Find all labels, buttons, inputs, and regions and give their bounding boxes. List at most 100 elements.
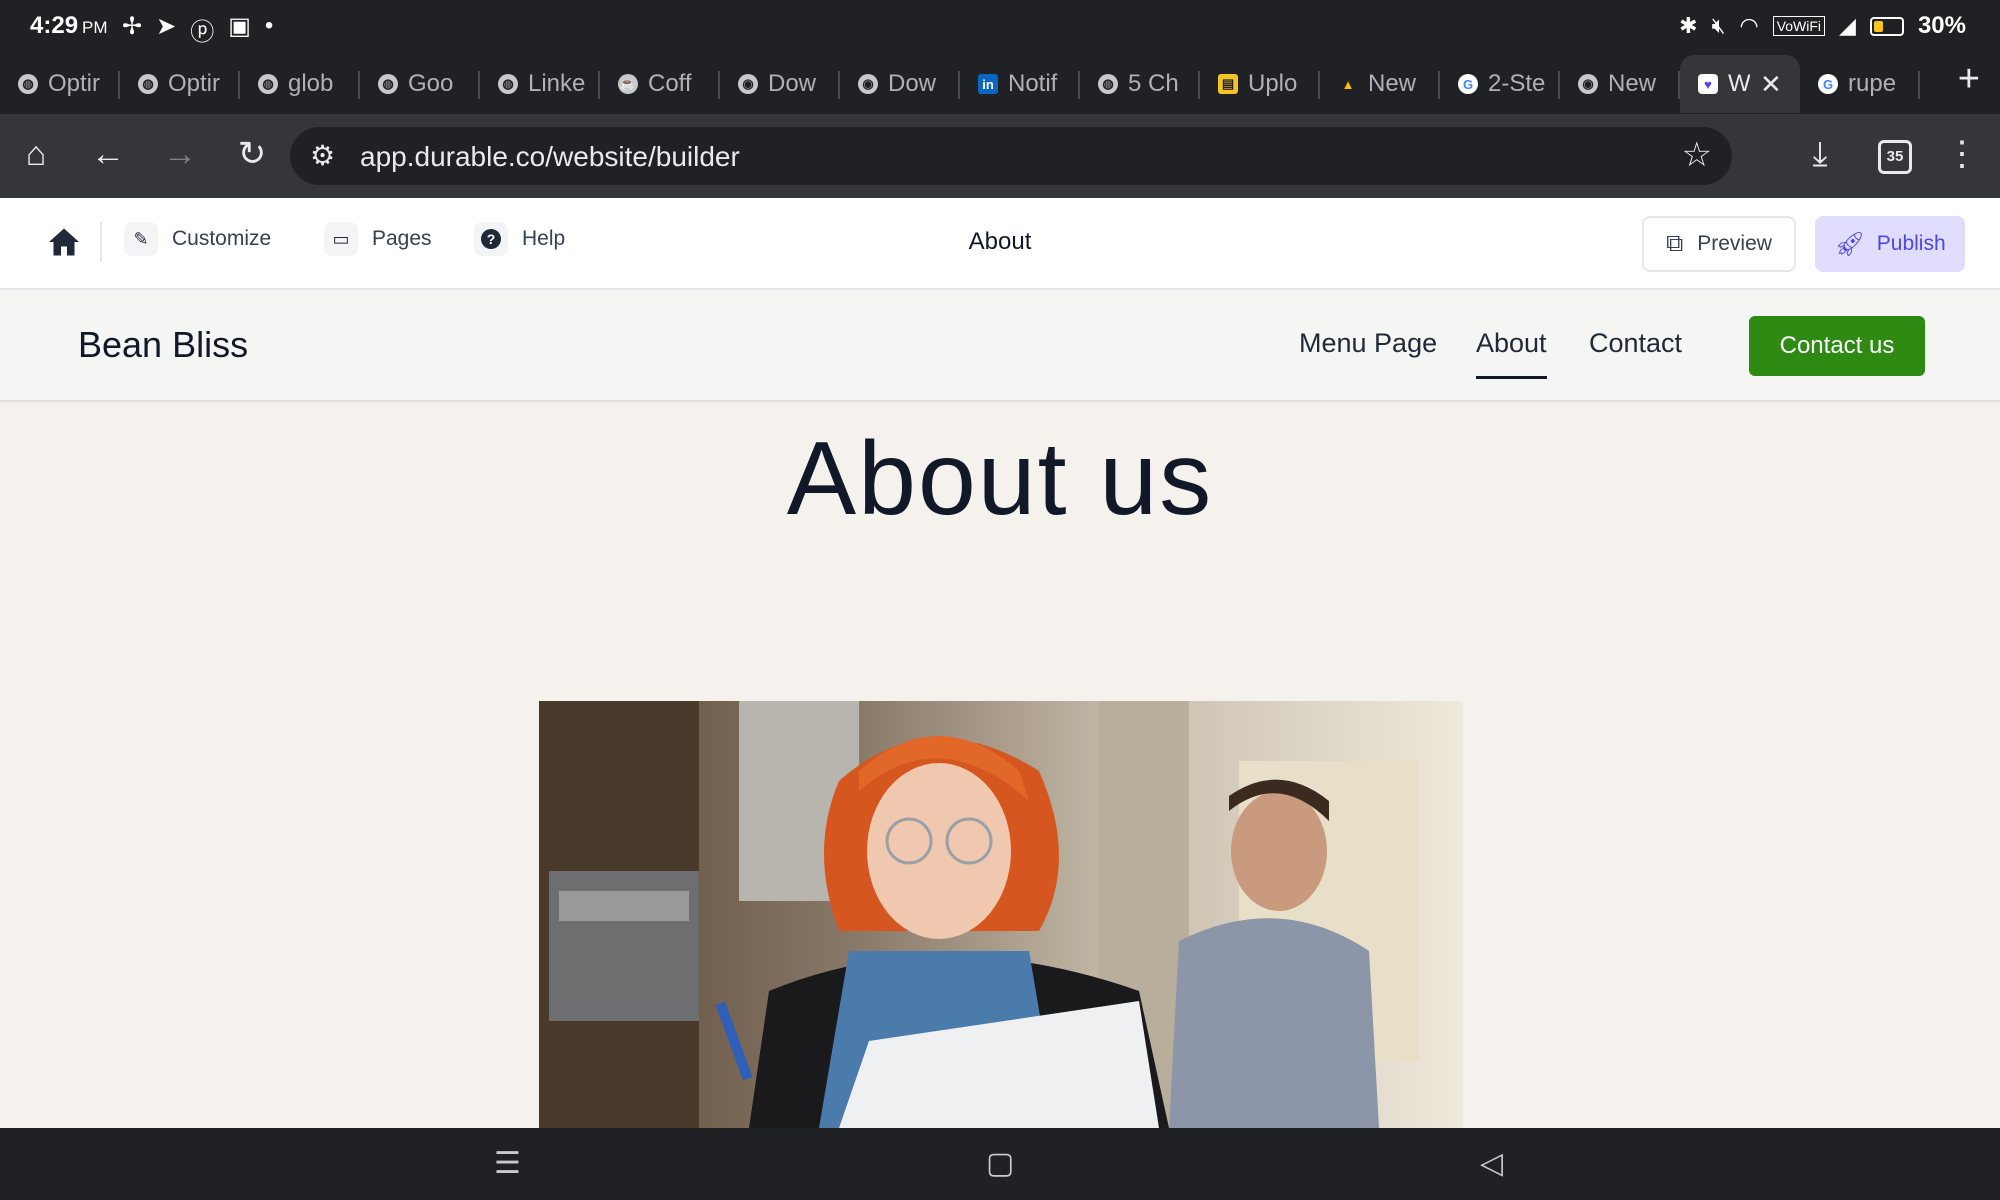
tab-label: 2-Ste: [1488, 70, 1546, 97]
browser-tab[interactable]: ▲ New: [1320, 55, 1440, 113]
tab-label: glob: [288, 70, 334, 97]
tab-label: Linke: [528, 70, 586, 97]
notification-icons: ✢ ➤ ⓟ ▣ •: [122, 12, 273, 47]
app-notification-icon: ▣: [228, 13, 251, 40]
nav-link-contact[interactable]: Contact: [1589, 328, 1682, 359]
status-bar: 4:29 PM ✢ ➤ ⓟ ▣ • ✱ 🔇︎ ◠ VoWiFi ◢ 30%: [0, 0, 2000, 54]
tab-label: Dow: [888, 70, 937, 97]
globe-icon: ◍: [378, 74, 398, 94]
upload-icon: ▤: [1218, 74, 1238, 94]
telegram-icon: ➤: [156, 13, 177, 40]
tab-label: 5 Ch: [1128, 70, 1179, 97]
linkedin-icon: in: [978, 74, 998, 94]
browser-tab[interactable]: ◍ Optir: [120, 55, 240, 113]
browser-tab[interactable]: ♥ W ✕: [1680, 55, 1800, 113]
download-icon[interactable]: ⤓: [1798, 134, 1842, 174]
nav-link-about[interactable]: About: [1476, 328, 1547, 379]
publish-label: Publish: [1876, 232, 1946, 255]
tab-label: New: [1608, 70, 1657, 97]
about-photo[interactable]: [539, 701, 1463, 1128]
site-settings-icon[interactable]: ⚙: [310, 139, 335, 172]
vowifi-icon: VoWiFi: [1772, 16, 1826, 36]
bookmark-star-icon[interactable]: ☆: [1682, 135, 1712, 175]
barista-photo-illustration: [539, 701, 1463, 1128]
browser-tab[interactable]: ◉ New: [1560, 55, 1680, 113]
close-tab-icon[interactable]: ✕: [1760, 69, 1782, 100]
site-brand[interactable]: Bean Bliss: [78, 324, 248, 366]
globe-icon: ◍: [1098, 74, 1118, 94]
rocket-icon: 🚀︎: [1834, 230, 1865, 258]
forward-icon[interactable]: →: [158, 134, 202, 174]
home-square-icon[interactable]: ▢: [986, 1146, 1014, 1181]
system-icons: ✱ 🔇︎ ◠ VoWiFi ◢ 30%: [1679, 12, 1966, 40]
hero-title: About us: [786, 421, 1214, 537]
home-icon[interactable]: ⌂: [14, 134, 58, 174]
back-icon[interactable]: ←: [86, 134, 130, 174]
browser-tab[interactable]: ☕ Coff: [600, 55, 720, 113]
tab-label: Coff: [648, 70, 692, 97]
globe-icon: ◍: [18, 74, 38, 94]
globe-icon: ◍: [138, 74, 158, 94]
site-navbar: Bean Bliss Menu Page About Contact Conta…: [0, 290, 2000, 402]
tab-label: Optir: [168, 70, 221, 97]
bluetooth-icon: ✱: [1679, 13, 1698, 38]
tab-label: W: [1728, 70, 1750, 97]
tab-label: rupe: [1848, 70, 1897, 97]
publish-button[interactable]: 🚀︎ Publish: [1815, 216, 1965, 272]
tab-label: Dow: [768, 70, 817, 97]
google-icon: G: [1818, 74, 1838, 94]
browser-tab[interactable]: G 2-Ste: [1440, 55, 1560, 113]
google-icon: G: [1458, 74, 1478, 94]
signal-icon: ◢: [1839, 13, 1856, 38]
pinterest-icon: ⓟ: [190, 19, 215, 46]
preview-label: Preview: [1697, 232, 1772, 255]
url-text[interactable]: app.durable.co/website/builder: [360, 141, 740, 173]
browser-tab[interactable]: ◍ Goo: [360, 55, 480, 113]
tab-count-button[interactable]: 35: [1878, 140, 1912, 174]
preview-button[interactable]: ⧉ Preview: [1642, 216, 1796, 272]
new-tab-button[interactable]: +: [1958, 58, 1980, 101]
globe-icon: ◍: [498, 74, 518, 94]
external-link-icon: ⧉: [1666, 230, 1684, 257]
recent-apps-icon[interactable]: ☰: [494, 1146, 521, 1181]
android-nav-bar: ☰ ▢ ◁: [0, 1128, 2000, 1200]
browser-tab[interactable]: Grupe: [1800, 55, 1920, 113]
tab-label: Goo: [408, 70, 454, 97]
browser-tab[interactable]: ▤ Uplo: [1200, 55, 1320, 113]
browser-tab[interactable]: ◍ Linke: [480, 55, 600, 113]
tab-label: New: [1368, 70, 1417, 97]
browser-tab[interactable]: ◍ glob: [240, 55, 360, 113]
coffee-icon: ☕: [618, 74, 638, 94]
reload-icon[interactable]: ↻: [230, 134, 274, 174]
chrome-icon: ◉: [738, 74, 758, 94]
browser-tab[interactable]: ◉ Dow: [840, 55, 960, 113]
back-triangle-icon[interactable]: ◁: [1480, 1146, 1503, 1181]
browser-tab[interactable]: ◍ 5 Ch: [1080, 55, 1200, 113]
more-notifications-icon: •: [264, 12, 274, 39]
wifi-icon: ◠: [1739, 13, 1759, 38]
chrome-icon: ◉: [1578, 74, 1598, 94]
contact-us-button[interactable]: Contact us: [1749, 316, 1925, 376]
browser-tab[interactable]: ◍ Optir: [0, 55, 120, 113]
ampm-text: PM: [82, 18, 108, 37]
browser-tab[interactable]: in Notif: [960, 55, 1080, 113]
google-ads-icon: ▲: [1341, 76, 1355, 92]
battery-icon: [1869, 16, 1904, 36]
tab-label: Notif: [1008, 70, 1058, 97]
tab-label: Uplo: [1248, 70, 1298, 97]
browser-tab[interactable]: ◉ Dow: [720, 55, 840, 113]
globe-icon: ◍: [258, 74, 278, 94]
browser-tab-strip: ◍ Optir ◍ Optir ◍ glob ◍ Goo ◍ Linke ☕ Coff ◉ Dow ◉ Dow…: [0, 54, 2000, 114]
fan-icon: ✢: [122, 13, 143, 40]
status-time: 4:29 PM: [30, 12, 108, 40]
address-bar[interactable]: ⚙ app.durable.co/website/builder ☆: [290, 127, 1732, 185]
tab-label: Optir: [48, 70, 101, 97]
browser-toolbar: ⌂ ← → ↻ ⚙ app.durable.co/website/builder…: [0, 114, 2000, 198]
battery-percent: 30%: [1917, 12, 1966, 39]
menu-kebab-icon[interactable]: ⋮: [1940, 134, 1984, 174]
mute-icon: 🔇︎: [1711, 13, 1726, 38]
durable-icon: ♥: [1698, 74, 1718, 94]
time-text: 4:29: [30, 12, 79, 39]
builder-header: ✎ Customize ▭ Pages ? Help About ⧉ Previ…: [0, 198, 2000, 290]
nav-link-menu-page[interactable]: Menu Page: [1299, 328, 1437, 359]
